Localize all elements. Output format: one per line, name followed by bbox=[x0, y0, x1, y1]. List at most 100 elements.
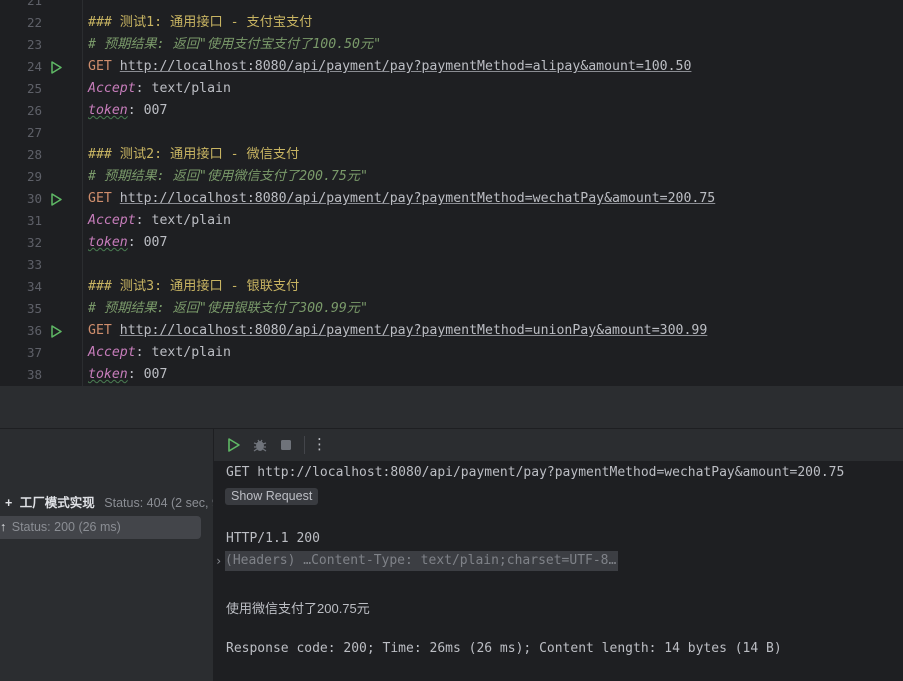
header-value: : 007 bbox=[127, 235, 168, 250]
editor-line[interactable]: 23 # 预期结果: 返回"使用支付宝支付了100.50元" bbox=[0, 34, 903, 56]
response-status-line: HTTP/1.1 200 bbox=[226, 531, 320, 546]
line-number: 33 bbox=[26, 257, 42, 272]
editor-line[interactable]: 30 GET http://localhost:8080/api/payment/… bbox=[0, 188, 903, 210]
line-number: 27 bbox=[26, 125, 42, 140]
editor-line[interactable]: 27 bbox=[0, 122, 903, 144]
run-request-icon[interactable] bbox=[50, 61, 63, 74]
header-name: token bbox=[88, 367, 128, 382]
header-name: token bbox=[88, 103, 128, 118]
line-number: 23 bbox=[26, 37, 42, 52]
line-number: 35 bbox=[26, 301, 42, 316]
response-body: 使用微信支付了200.75元 bbox=[226, 601, 370, 616]
line-number: 29 bbox=[26, 169, 42, 184]
section-heading: ### 测试1: 通用接口 - 支付宝支付 bbox=[88, 15, 313, 30]
line-code: Accept: text/plain bbox=[88, 342, 231, 364]
header-value: : 007 bbox=[127, 367, 168, 382]
line-code: token: 007 bbox=[88, 100, 167, 122]
editor-line[interactable]: 32 token: 007 bbox=[0, 232, 903, 254]
request-url[interactable]: http://localhost:8080/api/payment/pay?pa… bbox=[120, 323, 708, 338]
tree-item-status: Status: 200 (26 ms) bbox=[11, 520, 121, 534]
line-code: token: 007 bbox=[88, 232, 167, 254]
response-request-line: GET http://localhost:8080/api/payment/pa… bbox=[226, 465, 845, 480]
code-comment: # 预期结果: 返回"使用微信支付了200.75元" bbox=[88, 169, 368, 184]
editor-line[interactable]: 29 # 预期结果: 返回"使用微信支付了200.75元" bbox=[0, 166, 903, 188]
header-name: Accept bbox=[88, 81, 136, 96]
line-number: 31 bbox=[26, 213, 42, 228]
http-editor[interactable]: 21 22 ### 测试1: 通用接口 - 支付宝支付 23 # 预期结果: 返回"使用… bbox=[0, 0, 903, 386]
tree-item-request-result[interactable]: ↑ Status: 200 (26 ms) bbox=[0, 516, 121, 538]
headers-fold-region[interactable]: (Headers) …Content-Type: text/plain;char… bbox=[225, 551, 619, 571]
editor-line[interactable]: 28 ### 测试2: 通用接口 - 微信支付 bbox=[0, 144, 903, 166]
line-code: ### 测试2: 通用接口 - 微信支付 bbox=[88, 144, 299, 166]
tree-item-title: 工厂模式实现 bbox=[19, 496, 95, 510]
code-comment: # 预期结果: 返回"使用银联支付了300.99元" bbox=[88, 301, 368, 316]
http-method: GET bbox=[88, 323, 112, 338]
line-number: 37 bbox=[26, 345, 42, 360]
run-request-icon[interactable] bbox=[50, 193, 63, 206]
line-number: 36 bbox=[26, 323, 42, 338]
editor-line[interactable]: 26 token: 007 bbox=[0, 100, 903, 122]
line-number: 24 bbox=[26, 59, 42, 74]
line-code: GET http://localhost:8080/api/payment/pa… bbox=[88, 188, 715, 210]
line-code: GET http://localhost:8080/api/payment/pa… bbox=[88, 320, 707, 342]
editor-tool-divider bbox=[0, 386, 903, 428]
header-value: : text/plain bbox=[135, 345, 231, 360]
editor-line[interactable]: 37 Accept: text/plain bbox=[0, 342, 903, 364]
line-code: # 预期结果: 返回"使用银联支付了300.99元" bbox=[88, 298, 368, 320]
http-method: GET bbox=[88, 191, 112, 206]
stop-icon[interactable] bbox=[278, 437, 294, 453]
line-number: 38 bbox=[26, 367, 42, 382]
section-heading: ### 测试3: 通用接口 - 银联支付 bbox=[88, 279, 300, 294]
code-comment: # 预期结果: 返回"使用支付宝支付了100.50元" bbox=[88, 37, 382, 52]
upload-arrow-icon: ↑ bbox=[0, 520, 7, 534]
tree-expander[interactable]: + bbox=[5, 496, 12, 510]
editor-line[interactable]: 22 ### 测试1: 通用接口 - 支付宝支付 bbox=[0, 12, 903, 34]
run-request-icon[interactable] bbox=[50, 325, 63, 338]
line-code: # 预期结果: 返回"使用微信支付了200.75元" bbox=[88, 166, 368, 188]
line-code: ### 测试3: 通用接口 - 银联支付 bbox=[88, 276, 299, 298]
more-vertical-icon[interactable]: ⋮ bbox=[312, 435, 327, 453]
tree-item-factory-pattern[interactable]: + 工厂模式实现 Status: 404 (2 sec, 98 bbox=[5, 492, 213, 514]
line-number: 34 bbox=[26, 279, 42, 294]
line-code: Accept: text/plain bbox=[88, 78, 231, 100]
line-number: 26 bbox=[26, 103, 42, 118]
line-code: ### 测试1: 通用接口 - 支付宝支付 bbox=[88, 12, 312, 34]
request-url[interactable]: http://localhost:8080/api/payment/pay?pa… bbox=[120, 59, 692, 74]
line-number: 30 bbox=[26, 191, 42, 206]
editor-line[interactable]: 24 GET http://localhost:8080/api/payment/… bbox=[0, 56, 903, 78]
editor-line[interactable]: 25 Accept: text/plain bbox=[0, 78, 903, 100]
toolbar-separator bbox=[304, 436, 305, 454]
section-heading: ### 测试2: 通用接口 - 微信支付 bbox=[88, 147, 300, 162]
editor-line[interactable]: 34 ### 测试3: 通用接口 - 银联支付 bbox=[0, 276, 903, 298]
line-code: Accept: text/plain bbox=[88, 210, 231, 232]
http-method: GET bbox=[88, 59, 112, 74]
request-url[interactable]: http://localhost:8080/api/payment/pay?pa… bbox=[120, 191, 715, 206]
run-icon[interactable] bbox=[226, 437, 242, 453]
header-value: : text/plain bbox=[135, 213, 231, 228]
editor-line[interactable]: 31 Accept: text/plain bbox=[0, 210, 903, 232]
tree-item-status: Status: 404 (2 sec, 98 bbox=[104, 496, 213, 510]
header-name: token bbox=[88, 235, 128, 250]
header-value: : 007 bbox=[127, 103, 168, 118]
header-value: : text/plain bbox=[135, 81, 231, 96]
response-toolbar: ⋮ bbox=[214, 429, 903, 461]
line-code: # 预期结果: 返回"使用支付宝支付了100.50元" bbox=[88, 34, 381, 56]
line-number: 25 bbox=[26, 81, 42, 96]
header-name: Accept bbox=[88, 213, 136, 228]
editor-line[interactable]: 36 GET http://localhost:8080/api/payment/… bbox=[0, 320, 903, 342]
line-code: token: 007 bbox=[88, 364, 167, 386]
header-name: Accept bbox=[88, 345, 136, 360]
editor-line[interactable]: 38 token: 007 bbox=[0, 364, 903, 386]
fold-arrow-icon[interactable]: › bbox=[215, 554, 222, 568]
line-number: 28 bbox=[26, 147, 42, 162]
response-summary: Response code: 200; Time: 26ms (26 ms); … bbox=[226, 641, 782, 656]
line-number: 21 bbox=[26, 0, 42, 8]
editor-line[interactable]: 35 # 预期结果: 返回"使用银联支付了300.99元" bbox=[0, 298, 903, 320]
debug-icon[interactable] bbox=[252, 437, 268, 453]
editor-line[interactable]: 21 bbox=[0, 0, 903, 12]
editor-line[interactable]: 33 bbox=[0, 254, 903, 276]
line-code: GET http://localhost:8080/api/payment/pa… bbox=[88, 56, 691, 78]
show-request-button[interactable]: Show Request bbox=[225, 488, 319, 505]
line-number: 32 bbox=[26, 235, 42, 250]
response-panel: ⋮ GET http://localhost:8080/api/payment/… bbox=[214, 429, 903, 681]
